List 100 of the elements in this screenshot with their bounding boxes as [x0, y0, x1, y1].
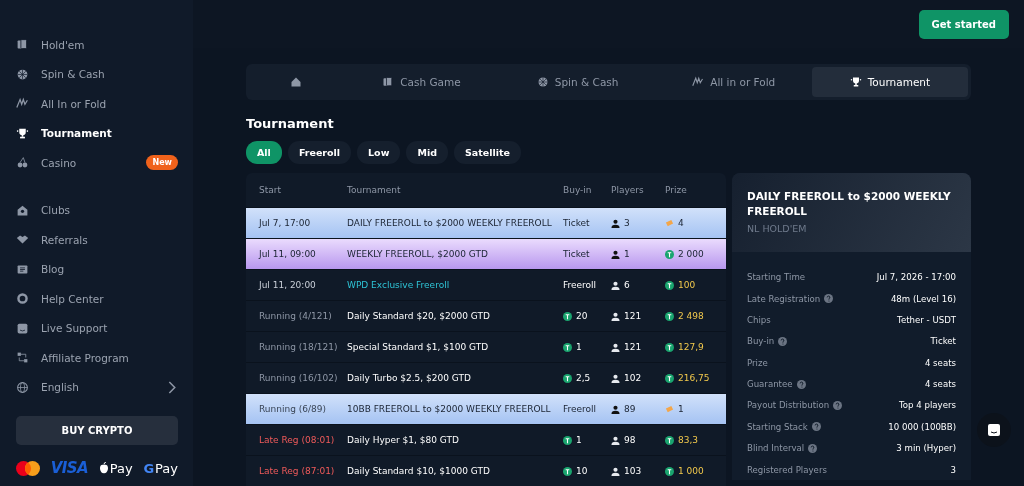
- person-icon: [611, 218, 620, 228]
- apple-pay-logo: Pay: [98, 460, 133, 476]
- help-icon[interactable]: [808, 443, 818, 453]
- person-icon: [611, 466, 620, 476]
- detail-value: 4 seats: [924, 357, 956, 368]
- get-started-button[interactable]: Get started: [918, 9, 1009, 39]
- coin-icon: [665, 466, 674, 476]
- tournament-row[interactable]: Jul 7, 17:00 DAILY FREEROLL to $2000 WEEKLY FREEROLL Ticket 3 4: [246, 207, 726, 238]
- detail-value: Top 4 players: [899, 400, 956, 411]
- start-cell-text: Jul 11, 20:00: [259, 280, 317, 290]
- column-header: Players: [611, 185, 645, 195]
- chat-icon: [16, 321, 29, 335]
- sidebar-item[interactable]: English: [16, 372, 178, 402]
- players-cell: 89: [624, 404, 636, 414]
- start-cell-text: Jul 7, 17:00: [259, 218, 312, 228]
- sidebar-item[interactable]: Hold'em: [16, 30, 178, 60]
- players-cell: 103: [624, 466, 642, 476]
- detail-label: Registered Players: [747, 464, 827, 475]
- tournament-row[interactable]: Jul 11, 20:00 WPD Exclusive Freeroll Freeroll 6 100: [246, 269, 726, 300]
- coin-icon: [665, 435, 674, 445]
- buy-in-cell: 1: [576, 342, 582, 352]
- prize-cell: 4: [678, 218, 684, 228]
- filter-chip[interactable]: All: [246, 141, 282, 164]
- tournament-row[interactable]: Running (18/121) Special Standard $1, $100 GTD 1 121 127,9: [246, 331, 726, 362]
- sidebar-item[interactable]: Tournament: [16, 118, 178, 148]
- buy-in-cell: Ticket: [563, 249, 590, 259]
- game-tab[interactable]: Cash Game: [343, 67, 500, 97]
- help-icon[interactable]: [824, 294, 834, 303]
- tournament-name: Daily Standard $20, $2000 GTD: [347, 311, 491, 321]
- help-icon[interactable]: [811, 422, 821, 432]
- filter-chip[interactable]: Satellite: [453, 141, 521, 164]
- sidebar-item[interactable]: Referrals: [16, 225, 178, 255]
- tournament-row[interactable]: Running (6/89) 10BB FREEROLL to $2000 WEEKLY FREEROLL Freeroll 89 1: [246, 393, 726, 424]
- detail-value: Ticket: [930, 336, 956, 347]
- detail-value: 3: [950, 464, 956, 475]
- help-icon[interactable]: [796, 379, 806, 389]
- tournament-name: Daily Hyper $1, $80 GTD: [347, 435, 460, 445]
- column-header: Buy-in: [563, 185, 593, 195]
- cards-icon: [382, 76, 395, 88]
- google-pay-logo: GPay: [143, 460, 178, 476]
- players-cell: 121: [624, 311, 642, 321]
- tournament-row[interactable]: Late Reg (08:01) Daily Hyper $1, $80 GTD 1 98 83,3: [246, 424, 726, 455]
- tournament-name: 10BB FREEROLL to $2000 WEEKLY FREEROLL: [347, 404, 552, 414]
- detail-label: Starting Stack: [747, 421, 808, 432]
- game-tab[interactable]: Spin & Cash: [499, 67, 656, 97]
- players-cell: 3: [624, 218, 630, 228]
- wheel-icon: [536, 76, 549, 88]
- tournament-row[interactable]: Jul 11, 09:00 WEEKLY FREEROLL, $2000 GTD Ticket 1 2 000: [246, 238, 726, 269]
- lifebuoy-icon: [16, 292, 29, 306]
- buy-in-cell: 1: [576, 435, 582, 445]
- detail-label: Buy-in: [747, 336, 775, 347]
- detail-value: 3 min (Hyper): [896, 443, 956, 454]
- filter-chip[interactable]: Mid: [406, 141, 448, 164]
- coin-icon: [665, 280, 674, 290]
- detail-value: 10 000 (100BB): [888, 421, 956, 432]
- tournament-row[interactable]: Late Reg (87:01) Daily Standard $10, $1000 GTD 10 103 1 000: [246, 455, 726, 486]
- players-cell: 98: [624, 435, 636, 445]
- game-type: NL HOLD'EM: [747, 223, 808, 235]
- coin-icon: [665, 373, 674, 383]
- sidebar-item[interactable]: Casino New: [16, 148, 178, 178]
- person-icon: [611, 373, 620, 383]
- column-header: Tournament: [347, 185, 402, 195]
- buy-in-cell: 20: [576, 311, 588, 321]
- detail-label: Late Registration: [747, 293, 821, 304]
- sidebar-item[interactable]: Spin & Cash: [16, 59, 178, 89]
- detail-value: Tether - USDT: [897, 314, 956, 325]
- coin-icon: [665, 342, 674, 352]
- prize-cell: 2 000: [678, 249, 704, 259]
- sidebar-item[interactable]: Blog: [16, 254, 178, 284]
- house-icon: [16, 203, 29, 217]
- chat-icon: [987, 423, 1001, 437]
- zigzag-icon: [16, 97, 29, 111]
- sidebar-item[interactable]: Clubs: [16, 195, 178, 225]
- detail-label: Guarantee: [747, 379, 793, 390]
- cards-icon: [16, 38, 29, 52]
- help-icon[interactable]: [778, 336, 788, 346]
- coin-icon: [563, 311, 572, 321]
- sidebar-item[interactable]: Help Center: [16, 284, 178, 314]
- globe-icon: [16, 380, 29, 394]
- ticket-icon: [665, 218, 674, 228]
- coin-icon: [665, 311, 674, 321]
- sidebar-item[interactable]: Live Support: [16, 313, 178, 343]
- game-tab[interactable]: Tournament: [811, 67, 968, 97]
- trophy-icon: [16, 126, 29, 140]
- tournament-row[interactable]: Running (4/121) Daily Standard $20, $2000 GTD 20 121 2 498: [246, 300, 726, 331]
- sidebar-item[interactable]: Affiliate Program: [16, 343, 178, 373]
- filter-chip[interactable]: Low: [357, 141, 401, 164]
- detail-label: Prize: [747, 357, 768, 368]
- sidebar-item[interactable]: All In or Fold: [16, 89, 178, 119]
- help-icon[interactable]: [833, 400, 843, 410]
- filter-chip[interactable]: Freeroll: [287, 141, 352, 164]
- buy-crypto-button[interactable]: BUY CRYPTO: [16, 416, 178, 445]
- tournament-name: Special Standard $1, $100 GTD: [347, 342, 490, 352]
- game-tab[interactable]: All in or Fold: [655, 67, 812, 97]
- start-cell-text: Late Reg (87:01): [259, 466, 336, 476]
- chat-button[interactable]: [977, 413, 1011, 447]
- person-icon: [611, 311, 620, 321]
- person-icon: [611, 342, 620, 352]
- newspaper-icon: [16, 262, 29, 276]
- detail-label: Blind Interval: [747, 443, 805, 454]
